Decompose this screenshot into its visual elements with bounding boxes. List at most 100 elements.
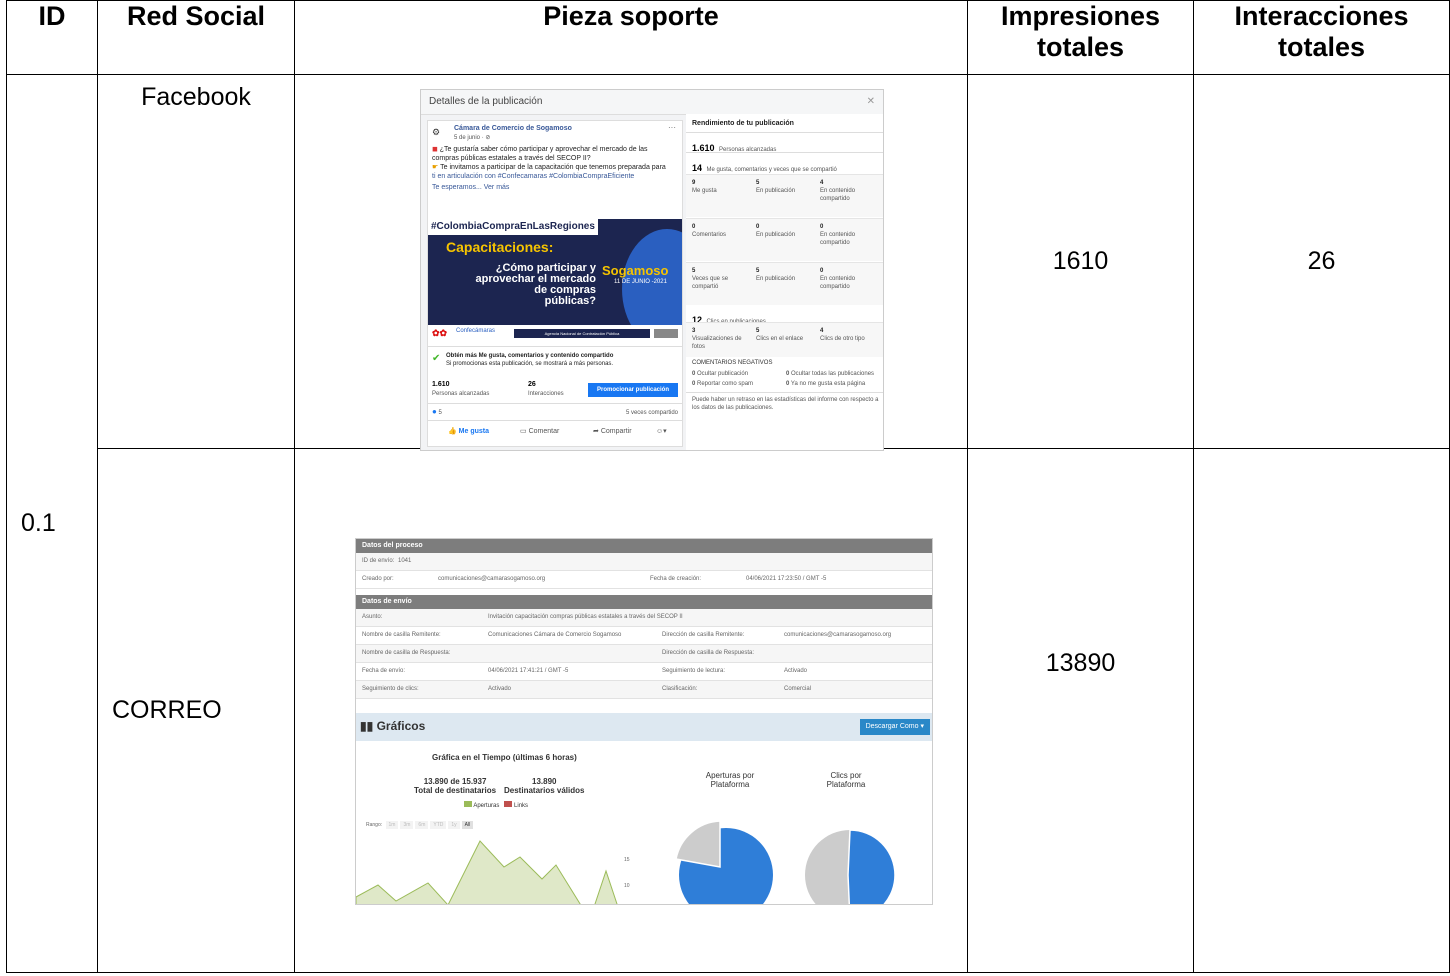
email-section-process: Datos del proceso [356,539,932,553]
chamber-logo: ✿✿ [432,328,448,338]
header-pieza-text: Pieza soporte [543,1,719,31]
share-button-label: Compartir [600,428,632,435]
email-click-value: Activado [488,686,512,692]
perf-grid-label: Comentarios [692,232,727,238]
clicks-cell-other: 4 Clics de otro tipo [820,327,882,343]
email-subject-value: Invitación capacitación compras públicas… [488,614,683,620]
email-creator-value: comunicaciones@camarasogamoso.org [438,576,546,582]
email-click-label: Seguimiento de clics: [362,686,419,692]
email-row-clicks: Seguimiento de clics: Activado Clasificaci… [356,681,932,699]
email-row-sent: Fecha de envío: 04/06/2021 17:41:21 / GMT… [356,663,932,681]
confecamaras-logo: Confecámaras [456,328,496,334]
like-reaction-icon: ● [432,407,437,416]
clicks-other-label: Clics de otro tipo [820,336,865,342]
email-sender-addr-label: Dirección de casilla Remitente: [662,632,745,638]
impresiones-facebook-cell: 1610 [967,74,1194,449]
thumbs-up-icon: 👍 [448,428,457,435]
legend-aperturas[interactable]: Aperturas [473,803,499,809]
clicks-cell-photos: 3 Visualizaciones de fotos [692,327,752,351]
header-id-text: ID [38,1,66,31]
clicks-cell-link: 5 Clics en el enlace [756,327,818,343]
total-recipients: 13.890 de 15.937 Total de destinatarios [414,777,496,795]
fb-page-name[interactable]: Cámara de Comercio de Sogamoso [454,125,572,132]
perf-footnote: Puede haber un retraso en las estadístic… [692,397,879,411]
impresiones-correo: 13890 [1045,649,1116,677]
opens-pie-chart [675,820,773,904]
header-impresiones-line2: totales [1036,32,1125,62]
banner-question: ¿Cómo participar y aprovechar el mercado… [446,263,596,307]
share-button[interactable]: ➦ Compartir [593,427,632,435]
header-id: ID [6,0,98,75]
reactions-count: 5 [438,410,442,416]
email-class-value: Comercial [784,686,812,692]
fb-post-line-1-text: ¿Te gustaría saber cómo participar y apr… [439,146,648,153]
perf-grid-cell: 9 Me gusta [692,179,752,195]
fb-post-date: 5 de junio · [454,135,486,141]
close-icon[interactable]: ✕ [867,90,875,114]
like-button[interactable]: 👍 Me gusta [448,427,489,435]
opens-by-platform-title: Aperturas por Plataforma [680,771,780,789]
perf-grid-row: 0 Comentarios 0 En publicación 0 En contenido… [686,218,883,261]
perf-engagement-value: 14 [692,163,703,173]
header-red-social-text: Red Social [126,1,266,31]
email-created-value: 04/06/2021 17:23:50 / GMT -5 [746,576,827,582]
fb-post-text: ◼ ¿Te gustaría saber cómo participar y a… [432,145,678,192]
red-square-icon: ◼ [432,146,438,153]
banner-city: Sogamoso [602,263,669,278]
perf-grid-cell: 4 En contenido compartido [820,179,880,203]
range-button[interactable]: YTD [430,821,447,829]
perf-grid-value: 5 [756,268,760,274]
shares-count[interactable]: 5 veces compartido [626,409,678,417]
banner-date: 11 DE JUNIO -2021 [614,279,667,285]
promote-post-button[interactable]: Promocionar publicación [588,383,678,397]
email-class-label: Clasificación: [662,686,698,692]
red-correo: CORREO [112,696,222,724]
audience-dropdown-icon[interactable]: ☺▾ [656,427,667,435]
range-buttons: 1m 3m 6m YTD 1y All [384,821,474,829]
email-read-label: Seguimiento de lectura: [662,668,726,674]
email-row-id: ID de envío: 1041 [356,553,932,571]
more-options-icon[interactable]: ··· [668,123,676,132]
neg-spam: 0 Reportar como spam [692,380,753,388]
email-sender-addr-value: comunicaciones@camarasogamoso.org [784,632,892,638]
opens-title-line2: Plataforma [710,780,750,789]
row-id: 0.1 [21,509,56,537]
legend-links[interactable]: Links [514,803,528,809]
range-button[interactable]: 1y [448,821,460,829]
fb-performance-panel: Rendimiento de tu publicación 1.610 Pers… [686,114,883,450]
neg-unlike: 0 Ya no me gusta esta página [786,380,865,388]
perf-grid-value: 9 [692,180,696,186]
neg-hide-all: 0 Ocultar todas las publicaciones [786,370,874,378]
charts-title-wrap: ▮▮ Gráficos [360,719,425,733]
negative-title: COMENTARIOS NEGATIVOS [692,360,773,366]
aperturas-area-2 [594,869,618,904]
download-as-button[interactable]: Descargar Como ▾ [859,719,930,735]
fb-post-date-wrap: 5 de junio · ⊘ [454,134,490,142]
neg-hide-post-value: 0 [692,371,696,377]
range-button[interactable]: 6m [415,821,429,829]
fb-post-line-3: ☛ Te invitamos a participar de la capaci… [432,163,678,172]
perf-grid-value: 0 [820,268,824,274]
clicks-by-platform-title: Clics por Plataforma [796,771,896,789]
promo-title: Obtén más Me gusta, comentarios y conten… [446,353,614,359]
perf-grid-value: 0 [820,224,824,230]
range-button[interactable]: 3m [400,821,414,829]
range-button[interactable]: All [461,821,474,829]
clicks-other-value: 4 [820,328,824,334]
neg-spam-value: 0 [692,381,696,387]
y-tick-15: 15 [624,857,630,863]
clicks-pie-blue [847,829,896,904]
range-button[interactable]: 1m [385,821,399,829]
clicks-photos-label: Visualizaciones de fotos [692,336,742,350]
fb-dialog-title: Detalles de la publicación [429,96,543,107]
flag-logo [654,329,678,338]
reach-value: 1.610 [432,381,450,388]
clicks-link-label: Clics en el enlace [756,336,804,342]
comment-button[interactable]: ▭ Comentar [520,427,559,435]
time-chart-legend: Aperturas Links [464,801,528,809]
perf-grid-cell: 5 Veces que se compartió [692,267,752,291]
valid-recipients: 13.890 Destinatarios válidos [504,777,584,795]
perf-reach: 1.610 Personas alcanzadas [692,138,776,156]
fb-post-see-more[interactable]: Te esperamos... Ver más [432,183,678,192]
email-send-rows: Asunto: Invitación capacitación compras p… [356,609,932,699]
